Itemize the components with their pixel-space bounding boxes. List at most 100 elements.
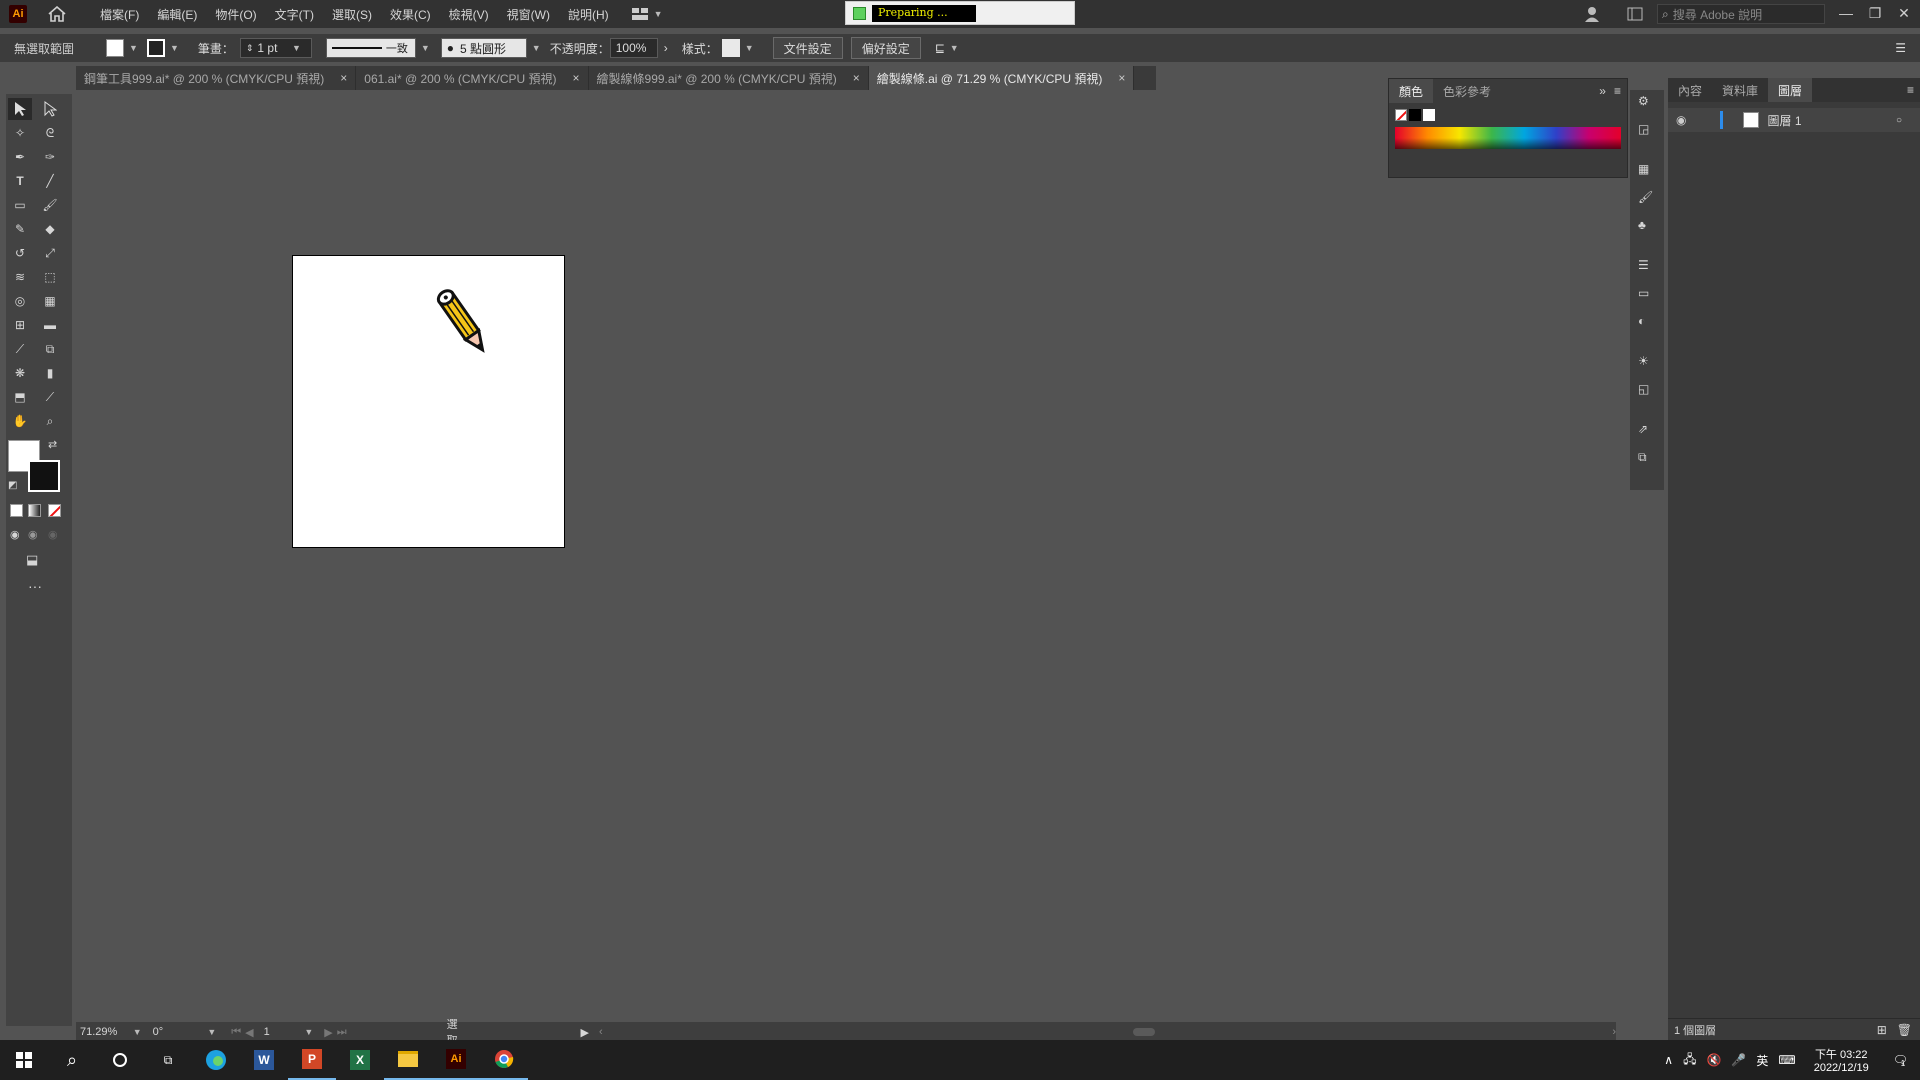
draw-behind-icon[interactable]: ◉ xyxy=(28,528,38,541)
delete-layer-icon[interactable]: 🗑 xyxy=(1897,1023,1912,1037)
gradient-mode-icon[interactable] xyxy=(28,504,41,517)
chevron-down-icon[interactable]: ▼ xyxy=(133,1027,142,1037)
menu-effect[interactable]: 效果(C) xyxy=(381,6,440,23)
shaper-tool-icon[interactable]: ✎ xyxy=(8,218,32,240)
illustrator-icon[interactable]: Ai xyxy=(432,1040,480,1080)
black-swatch[interactable] xyxy=(1409,109,1421,121)
zoom-tool-icon[interactable]: ⌕ xyxy=(38,410,62,432)
chevron-down-icon[interactable]: ▼ xyxy=(129,43,138,53)
artboard[interactable] xyxy=(292,255,565,548)
artboard-tool-icon[interactable]: ⬒ xyxy=(8,386,32,408)
chevron-down-icon[interactable]: ▼ xyxy=(421,43,430,53)
free-transform-tool-icon[interactable]: ⬚ xyxy=(38,266,62,288)
perspective-grid-tool-icon[interactable]: ▦ xyxy=(38,290,62,312)
account-icon[interactable] xyxy=(1583,5,1603,23)
eraser-tool-icon[interactable]: ◆ xyxy=(38,218,62,240)
draw-inside-icon[interactable]: ◉ xyxy=(48,528,58,541)
hand-tool-icon[interactable]: ✋ xyxy=(8,410,32,432)
shape-builder-tool-icon[interactable]: ◎ xyxy=(8,290,32,312)
none-mode-icon[interactable] xyxy=(48,504,61,517)
preferences-button[interactable]: 偏好設定 xyxy=(850,37,921,59)
artboards-icon[interactable]: ⧉ xyxy=(1638,450,1647,465)
artboard-number[interactable]: 1 xyxy=(264,1026,300,1038)
tab-document-1[interactable]: 鋼筆工具999.ai* @ 200 % (CMYK/CPU 預視) × xyxy=(76,66,357,90)
mesh-tool-icon[interactable]: ⊞ xyxy=(8,314,32,336)
search-icon[interactable]: ⌕ xyxy=(48,1040,96,1080)
restore-button[interactable]: ❐ xyxy=(1861,2,1889,24)
gradient-panel-icon[interactable]: ▭ xyxy=(1638,286,1649,300)
target-icon[interactable]: ○ xyxy=(1896,115,1902,126)
slice-tool-icon[interactable]: ⟋ xyxy=(38,386,62,408)
scale-tool-icon[interactable]: ⤢ xyxy=(38,242,62,264)
ime-indicator[interactable]: 英 xyxy=(1756,1052,1768,1069)
expand-panel-icon[interactable]: » xyxy=(1599,84,1606,98)
arrange-documents-icon[interactable] xyxy=(1627,7,1643,24)
blend-tool-icon[interactable]: ⧉ xyxy=(38,338,62,360)
minimize-button[interactable]: — xyxy=(1832,2,1860,24)
panel-menu-icon[interactable]: ≡ xyxy=(1907,83,1914,97)
zoom-level[interactable]: 71.29% xyxy=(80,1026,128,1038)
prev-artboard-icon[interactable]: ◀ xyxy=(245,1026,253,1039)
opacity-field[interactable]: 100% xyxy=(609,38,658,58)
home-icon[interactable] xyxy=(47,4,67,24)
none-swatch[interactable] xyxy=(1395,109,1407,121)
gradient-tool-icon[interactable]: ▬ xyxy=(38,314,62,336)
menu-object[interactable]: 物件(O) xyxy=(206,6,265,23)
task-view-icon[interactable]: ⧉ xyxy=(144,1040,192,1080)
volume-muted-icon[interactable]: 🔇 xyxy=(1706,1053,1721,1067)
symbol-sprayer-tool-icon[interactable]: ❋ xyxy=(8,362,32,384)
swap-icon[interactable]: ⇄ xyxy=(48,438,57,451)
properties-icon[interactable]: ⚙ xyxy=(1638,94,1649,108)
menu-select[interactable]: 選取(S) xyxy=(323,6,381,23)
rotation-value[interactable]: 0° xyxy=(153,1026,203,1038)
chevron-down-icon[interactable]: ▼ xyxy=(745,43,754,53)
first-artboard-icon[interactable]: ⏮ xyxy=(231,1026,241,1039)
ime-mode-icon[interactable]: ⌨ xyxy=(1778,1053,1795,1067)
stroke-weight-field[interactable]: ⇕ 1 pt ▼ xyxy=(239,38,312,58)
more-tools-icon[interactable]: ··· xyxy=(28,578,42,594)
rectangle-tool-icon[interactable]: ▭ xyxy=(8,194,32,216)
windows-start-icon[interactable] xyxy=(0,1040,48,1080)
stepper-icon[interactable]: ⇕ xyxy=(246,43,254,54)
export-icon[interactable]: ⇗ xyxy=(1638,422,1648,436)
chevron-down-icon[interactable]: ▼ xyxy=(170,43,179,53)
tab-properties[interactable]: 內容 xyxy=(1668,82,1712,99)
line-tool-icon[interactable]: ╱ xyxy=(38,170,62,192)
menu-view[interactable]: 檢視(V) xyxy=(440,6,498,23)
help-search-input[interactable]: ⌕ 搜尋 Adobe 說明 xyxy=(1657,4,1825,24)
chevron-down-icon[interactable]: ▼ xyxy=(950,43,959,53)
horizontal-scrollbar[interactable] xyxy=(611,1027,1605,1037)
default-colors-icon[interactable]: ◩ xyxy=(8,480,17,491)
network-icon[interactable]: 🖧 xyxy=(1683,1050,1696,1071)
selection-tool-icon[interactable] xyxy=(8,98,32,120)
chevron-down-icon[interactable]: ▼ xyxy=(532,43,541,53)
excel-icon[interactable]: X xyxy=(336,1040,384,1080)
brush-select[interactable]: ● 5 點圓形 xyxy=(440,38,527,58)
tab-layers[interactable]: 圖層 xyxy=(1768,78,1813,102)
lasso-tool-icon[interactable]: ᘓ xyxy=(38,122,62,144)
stroke-profile-select[interactable]: 一致 xyxy=(325,38,416,58)
rotate-tool-icon[interactable]: ↺ xyxy=(8,242,32,264)
eyedropper-tool-icon[interactable]: ⟋ xyxy=(8,338,32,360)
workspace-switcher-icon[interactable]: ▼ xyxy=(631,8,663,20)
powerpoint-icon[interactable]: P xyxy=(288,1040,336,1080)
layer-name[interactable]: 圖層 1 xyxy=(1767,112,1801,129)
stroke-panel-icon[interactable]: ☰ xyxy=(1638,258,1649,272)
curvature-tool-icon[interactable]: ✑ xyxy=(38,146,62,168)
menu-file[interactable]: 檔案(F) xyxy=(91,6,148,23)
brushes-icon[interactable]: 🖌 xyxy=(1638,190,1653,204)
chrome-icon[interactable] xyxy=(480,1040,528,1080)
new-layer-icon[interactable]: ⊞ xyxy=(1877,1023,1887,1037)
graph-tool-icon[interactable]: ▮ xyxy=(38,362,62,384)
word-icon[interactable]: W xyxy=(240,1040,288,1080)
swatches-icon[interactable]: ▦ xyxy=(1638,162,1649,176)
menu-edit[interactable]: 編輯(E) xyxy=(148,6,206,23)
visibility-eye-icon[interactable]: ◉ xyxy=(1676,113,1686,127)
transparency-icon[interactable]: ◐ xyxy=(1638,314,1645,328)
panel-menu-icon[interactable]: ≡ xyxy=(1614,84,1621,98)
stroke-swatch[interactable] xyxy=(146,39,165,57)
last-artboard-icon[interactable]: ⏭ xyxy=(337,1026,347,1039)
scroll-left-icon[interactable]: ‹ xyxy=(599,1026,603,1038)
libraries-icon[interactable]: ◲ xyxy=(1638,122,1649,136)
draw-normal-icon[interactable]: ◉ xyxy=(10,528,20,541)
